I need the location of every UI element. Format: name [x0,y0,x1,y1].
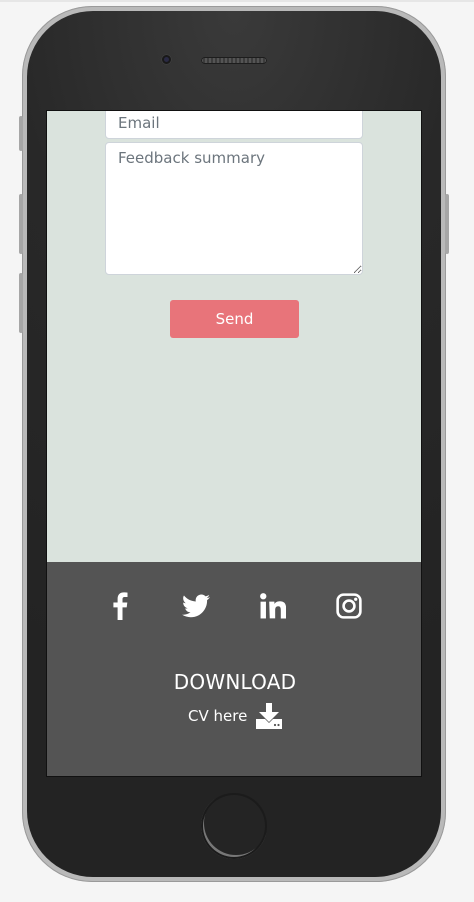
instagram-icon[interactable] [333,590,365,622]
volume-down-button [19,273,23,333]
email-field[interactable] [105,111,363,139]
twitter-icon[interactable] [180,590,212,622]
mute-switch [19,116,23,151]
phone-screen: Send DOWNLOAD [46,110,422,777]
camera-icon [161,54,172,65]
send-button[interactable]: Send [170,300,299,338]
speaker-grille [201,57,267,64]
volume-up-button [19,194,23,254]
download-cv-link[interactable]: CV here [188,702,283,730]
download-cv-label: CV here [188,707,248,725]
feedback-summary-field[interactable] [105,142,363,275]
home-button[interactable] [201,793,267,859]
linkedin-icon[interactable] [257,590,289,622]
download-title: DOWNLOAD [173,670,297,694]
facebook-icon[interactable] [104,590,136,622]
power-button [445,194,449,254]
top-divider [0,0,474,2]
download-icon[interactable] [255,703,283,729]
footer: DOWNLOAD CV here [47,562,421,776]
